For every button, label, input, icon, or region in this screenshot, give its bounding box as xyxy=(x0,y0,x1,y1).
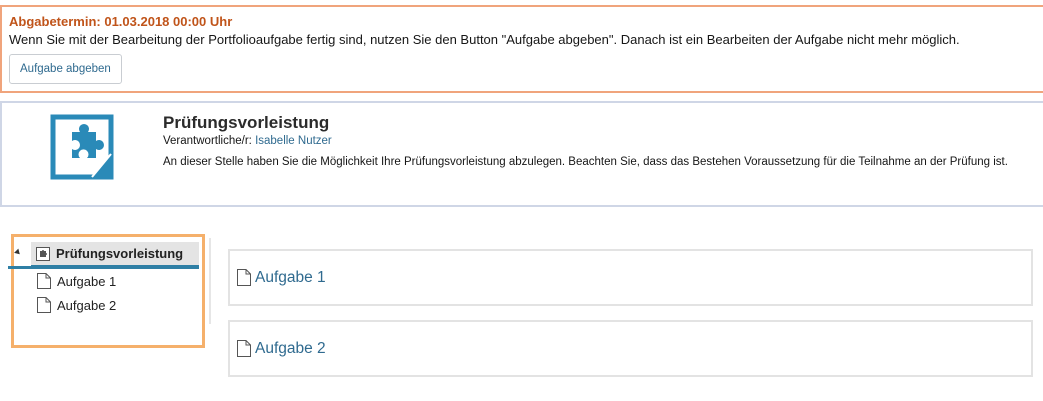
document-icon xyxy=(37,273,51,289)
assignment-title: Prüfungsvorleistung xyxy=(163,113,330,132)
task-card-1[interactable]: Aufgabe 1 xyxy=(228,249,1033,306)
tree-item-root[interactable]: Prüfungsvorleistung xyxy=(31,242,199,268)
tree-item-label: Aufgabe 2 xyxy=(57,297,117,313)
tree-item-task-2[interactable]: Aufgabe 2 xyxy=(37,295,116,315)
tree-item-root-label: Prüfungsvorleistung xyxy=(56,246,184,261)
task-card-link[interactable]: Aufgabe 1 xyxy=(255,269,326,287)
deadline-text: Wenn Sie mit der Bearbeitung der Portfol… xyxy=(9,32,960,47)
responsible-label: Verantwortliche/r: xyxy=(163,135,252,147)
assignment-info-panel: Prüfungsvorleistung Verantwortliche/r: I… xyxy=(0,101,1043,207)
puzzle-piece-icon xyxy=(50,114,114,180)
task-card-link[interactable]: Aufgabe 2 xyxy=(255,340,326,358)
document-icon xyxy=(37,297,51,313)
submit-task-button[interactable]: Aufgabe abgeben xyxy=(9,54,122,84)
tree-item-task-1[interactable]: Aufgabe 1 xyxy=(37,271,116,291)
responsible-person-link[interactable]: Isabelle Nutzer xyxy=(255,135,332,147)
portfolio-icon xyxy=(36,246,50,261)
responsible-line: Verantwortliche/r: Isabelle Nutzer xyxy=(163,134,332,149)
task-card-2[interactable]: Aufgabe 2 xyxy=(228,320,1033,377)
deadline-notice: Abgabetermin: 01.03.2018 00:00 Uhr Wenn … xyxy=(0,5,1043,93)
deadline-title: Abgabetermin: 01.03.2018 00:00 Uhr xyxy=(9,14,233,29)
document-icon xyxy=(237,269,251,286)
tree-divider[interactable] xyxy=(209,238,211,324)
document-icon xyxy=(237,340,251,357)
tree-item-label: Aufgabe 1 xyxy=(57,273,117,289)
assignment-description: An dieser Stelle haben Sie die Möglichke… xyxy=(163,156,1008,168)
